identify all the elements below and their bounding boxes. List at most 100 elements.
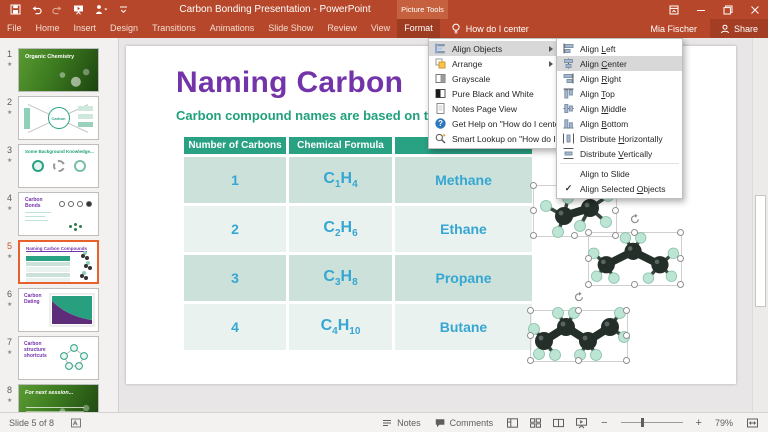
selection-handle[interactable] bbox=[612, 207, 619, 214]
selection-handle[interactable] bbox=[527, 307, 534, 314]
selection-handle[interactable] bbox=[530, 207, 537, 214]
submenu-item-align-center[interactable]: Align Center bbox=[557, 56, 682, 71]
selection-handle[interactable] bbox=[631, 229, 638, 236]
menu-item-arrange[interactable]: Arrange bbox=[429, 56, 556, 71]
selection-handle[interactable] bbox=[677, 281, 684, 288]
submenu-item-distribute-horizontally[interactable]: Distribute Horizontally bbox=[557, 131, 682, 146]
cell-formula[interactable]: C3H8 bbox=[289, 255, 392, 301]
cell-name[interactable]: Propane bbox=[395, 255, 532, 301]
carbon-table[interactable]: Number of CarbonsChemical FormulaName1C1… bbox=[181, 134, 535, 353]
zoom-in-button[interactable]: + bbox=[696, 417, 702, 429]
zoom-level[interactable]: 79% bbox=[715, 418, 733, 428]
tab-view[interactable]: View bbox=[364, 19, 397, 38]
slide-thumbnail-2[interactable]: Carbon bbox=[18, 96, 99, 140]
propane-model[interactable] bbox=[588, 232, 682, 286]
selection-handle[interactable] bbox=[677, 255, 684, 262]
butane-model[interactable] bbox=[530, 310, 628, 362]
notes-toggle[interactable]: Notes bbox=[381, 417, 421, 429]
slide-sorter-icon[interactable] bbox=[529, 417, 542, 429]
tab-design[interactable]: Design bbox=[103, 19, 145, 38]
proofing-icon[interactable] bbox=[70, 417, 82, 429]
cell-name[interactable]: Butane bbox=[395, 304, 532, 350]
customize-qat-icon[interactable] bbox=[118, 4, 129, 15]
close-icon[interactable] bbox=[741, 0, 768, 19]
tab-insert[interactable]: Insert bbox=[67, 19, 104, 38]
menu-item-notes-page-view[interactable]: Notes Page View bbox=[429, 101, 556, 116]
submenu-item-align-top[interactable]: Align Top bbox=[557, 86, 682, 101]
menu-item-grayscale[interactable]: Grayscale bbox=[429, 71, 556, 86]
vertical-scrollbar[interactable] bbox=[752, 38, 768, 412]
tell-me-box[interactable]: How do I center bbox=[451, 19, 529, 38]
selection-handle[interactable] bbox=[623, 357, 630, 364]
redo-icon[interactable] bbox=[52, 4, 63, 15]
menu-item-pure-black-and-white[interactable]: Pure Black and White bbox=[429, 86, 556, 101]
selection-handle[interactable] bbox=[585, 229, 592, 236]
zoom-out-button[interactable]: − bbox=[601, 417, 607, 429]
comments-toggle[interactable]: Comments bbox=[434, 417, 494, 429]
selection-handle[interactable] bbox=[575, 357, 582, 364]
selection-handle[interactable] bbox=[530, 232, 537, 239]
fit-slide-to-window-icon[interactable] bbox=[746, 417, 759, 429]
slide-thumbnail-3[interactable]: Some Background Knowledge... bbox=[18, 144, 99, 188]
slideshow-view-icon[interactable] bbox=[575, 417, 588, 429]
cell-carbons[interactable]: 3 bbox=[184, 255, 286, 301]
menu-item-align-objects[interactable]: Align Objects bbox=[429, 41, 556, 56]
table-header-number-of-carbons[interactable]: Number of Carbons bbox=[184, 137, 286, 154]
selection-handle[interactable] bbox=[623, 332, 630, 339]
selection-handle[interactable] bbox=[585, 281, 592, 288]
submenu-item-align-to-slide[interactable]: Align to Slide bbox=[557, 166, 682, 181]
save-icon[interactable] bbox=[10, 4, 21, 15]
selection-handle[interactable] bbox=[530, 182, 537, 189]
submenu-item-align-right[interactable]: Align Right bbox=[557, 71, 682, 86]
submenu-item-align-bottom[interactable]: Align Bottom bbox=[557, 116, 682, 131]
cell-formula[interactable]: C4H10 bbox=[289, 304, 392, 350]
cell-name[interactable]: Ethane bbox=[395, 206, 532, 252]
tab-format[interactable]: Format bbox=[397, 19, 440, 38]
table-header-chemical-formula[interactable]: Chemical Formula bbox=[289, 137, 392, 154]
tab-animations[interactable]: Animations bbox=[203, 19, 262, 38]
touch-mode-icon[interactable] bbox=[94, 4, 108, 15]
slide-thumbnail-1[interactable]: Organic Chemistry bbox=[18, 48, 99, 92]
normal-view-icon[interactable] bbox=[506, 417, 519, 429]
selection-handle[interactable] bbox=[575, 307, 582, 314]
submenu-item-align-left[interactable]: Align Left bbox=[557, 41, 682, 56]
selection-handle[interactable] bbox=[571, 232, 578, 239]
selection-handle[interactable] bbox=[527, 357, 534, 364]
selection-handle[interactable] bbox=[527, 332, 534, 339]
zoom-slider[interactable] bbox=[621, 422, 683, 423]
cell-name[interactable]: Methane bbox=[395, 157, 532, 203]
slide-thumbnail-5[interactable]: Naming Carbon Compounds bbox=[18, 240, 99, 284]
reading-view-icon[interactable] bbox=[552, 417, 565, 429]
submenu-item-align-middle[interactable]: Align Middle bbox=[557, 101, 682, 116]
cell-formula[interactable]: C2H6 bbox=[289, 206, 392, 252]
cell-carbons[interactable]: 2 bbox=[184, 206, 286, 252]
zoom-slider-thumb[interactable] bbox=[641, 418, 644, 427]
tab-home[interactable]: Home bbox=[29, 19, 67, 38]
slide-thumbnail-8[interactable]: For next session... bbox=[18, 384, 99, 412]
slide-thumbnail-6[interactable]: Carbon Dating bbox=[18, 288, 99, 332]
scrollbar-thumb[interactable] bbox=[755, 195, 766, 307]
menu-item-smart-lookup-on-how-do-i-c[interactable]: Smart Lookup on "How do I c... bbox=[429, 131, 556, 146]
slide-subtitle-text[interactable]: Carbon compound names are based on t bbox=[176, 108, 428, 123]
start-slideshow-icon[interactable] bbox=[73, 4, 84, 15]
selection-handle[interactable] bbox=[585, 255, 592, 262]
cell-formula[interactable]: C1H4 bbox=[289, 157, 392, 203]
cell-carbons[interactable]: 1 bbox=[184, 157, 286, 203]
slide-title-text[interactable]: Naming Carbon bbox=[176, 66, 403, 100]
cell-carbons[interactable]: 4 bbox=[184, 304, 286, 350]
submenu-item-distribute-vertically[interactable]: Distribute Vertically bbox=[557, 146, 682, 161]
ribbon-display-options-icon[interactable] bbox=[660, 0, 687, 19]
tab-file[interactable]: File bbox=[0, 19, 29, 38]
slide-thumbnail-4[interactable]: Carbon Bonds bbox=[18, 192, 99, 236]
tab-transitions[interactable]: Transitions bbox=[145, 19, 203, 38]
share-button[interactable]: Share bbox=[710, 19, 768, 38]
tab-review[interactable]: Review bbox=[320, 19, 364, 38]
restore-icon[interactable] bbox=[714, 0, 741, 19]
undo-icon[interactable] bbox=[31, 4, 42, 15]
tab-slide-show[interactable]: Slide Show bbox=[261, 19, 320, 38]
slide-thumbnail-7[interactable]: Carbon structure shortcuts bbox=[18, 336, 99, 380]
minimize-icon[interactable] bbox=[687, 0, 714, 19]
menu-item-get-help-on-how-do-i-center[interactable]: ?Get Help on "How do I center" bbox=[429, 116, 556, 131]
selection-handle[interactable] bbox=[677, 229, 684, 236]
selection-handle[interactable] bbox=[623, 307, 630, 314]
